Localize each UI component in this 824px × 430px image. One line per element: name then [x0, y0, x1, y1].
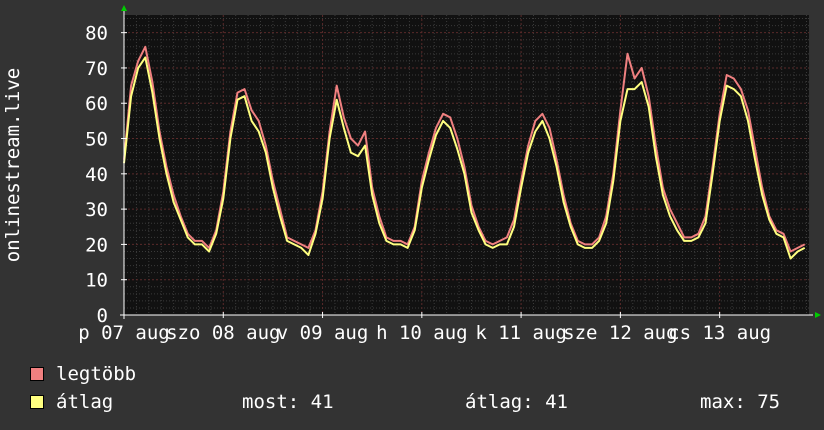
x-tick-label: szo 08 aug [166, 322, 280, 344]
legend-swatch-max [30, 367, 44, 381]
x-tick-label: h 10 aug [376, 322, 468, 344]
stat-avg: átlag: 41 [465, 390, 568, 414]
x-axis-arrow [815, 312, 821, 318]
x-tick-label: v 09 aug [277, 322, 369, 344]
y-tick-label: 20 [85, 234, 108, 256]
legend-label-avg: átlag [56, 391, 114, 413]
y-tick-label: 50 [85, 129, 108, 151]
chart-svg: 01020304050607080 p 07 augszo 08 augv 09… [2, 5, 821, 344]
stat-max: max: 75 [700, 390, 780, 414]
x-tick-label: sze 12 aug [563, 322, 677, 344]
legend-item-max: legtöbb [30, 362, 136, 386]
x-tick-label: cs 13 aug [668, 322, 771, 344]
stat-now-value: 41 [310, 391, 334, 413]
y-tick-label: 10 [85, 270, 108, 292]
x-tick-label: p 07 aug [78, 322, 170, 344]
y-tick-label: 60 [85, 93, 108, 115]
y-axis-label: onlinestream.live [2, 68, 24, 262]
stat-now: most: 41 [242, 390, 334, 414]
x-tick-labels: p 07 augszo 08 augv 09 aug h 10 aug k 11 a… [78, 322, 771, 344]
stat-max-value: 75 [757, 391, 781, 413]
stat-max-label: max: [700, 391, 746, 413]
y-tick-label: 70 [85, 58, 108, 80]
stat-avg-value: 41 [545, 391, 568, 413]
y-axis-arrow [121, 5, 127, 11]
x-tick-label: k 11 aug [475, 322, 567, 344]
legend-label-max: legtöbb [56, 363, 137, 385]
y-tick-label: 80 [85, 23, 108, 45]
legend-item-avg: átlag [30, 390, 113, 414]
stat-now-label: most: [242, 391, 300, 413]
y-tick-labels: 01020304050607080 [85, 23, 108, 327]
y-tick-label: 40 [85, 164, 108, 186]
legend-swatch-avg [30, 395, 44, 409]
stat-avg-label: átlag: [465, 391, 534, 413]
y-tick-label: 30 [85, 199, 108, 221]
